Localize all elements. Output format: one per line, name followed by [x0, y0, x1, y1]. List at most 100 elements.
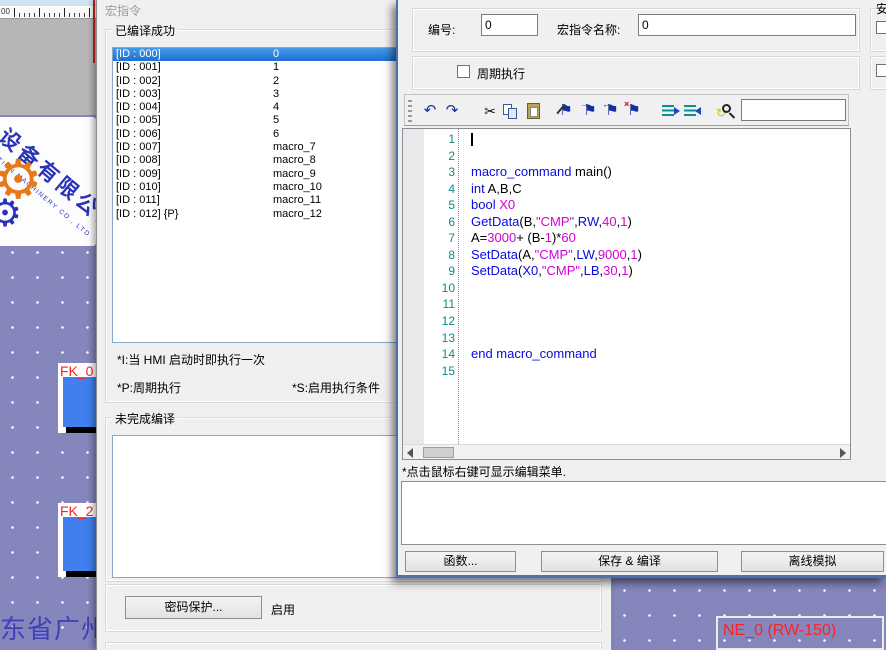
- indent-icon[interactable]: [660, 99, 680, 123]
- code-editor[interactable]: 123macro_command main()4int A,B,C5bool X…: [402, 128, 851, 460]
- scroll-thumb[interactable]: [423, 447, 454, 458]
- offline-simulation-button[interactable]: 离线模拟: [741, 551, 884, 572]
- cut-icon[interactable]: ✂: [480, 99, 500, 123]
- macro-id-label: 编号:: [428, 21, 455, 38]
- code-text: end macro_command: [471, 346, 597, 363]
- logo-widget[interactable]: 设备有限公司 ATION MACHINERY CO., LTD ⚙ ⚙: [0, 117, 96, 246]
- macro-item-name: 5: [273, 114, 279, 127]
- code-lines: 123macro_command main()4int A,B,C5bool X…: [403, 131, 850, 379]
- code-line: 7A=3000+ (B-1)*60: [403, 230, 850, 247]
- macro-item-name: 6: [273, 128, 279, 141]
- macro-item-name: macro_12: [273, 208, 322, 221]
- undo-icon[interactable]: ↶: [420, 99, 440, 123]
- toolbar-grip[interactable]: [408, 100, 412, 122]
- macro-item-name: macro_7: [273, 141, 316, 154]
- code-segment: end macro_command: [471, 346, 597, 361]
- periodic-exec-checkbox[interactable]: [457, 65, 470, 78]
- compile-message-box[interactable]: [401, 481, 886, 545]
- code-segment: )*: [552, 230, 561, 245]
- fk2-label: FK_2: [60, 503, 93, 519]
- text-caret: [471, 133, 473, 146]
- outdent-icon[interactable]: [682, 99, 702, 123]
- bookmark-toggle-icon[interactable]: ⚑: [556, 99, 576, 123]
- macro-item-id: [ID : 011]: [116, 194, 160, 207]
- note-exec-condition: *S:启用执行条件: [292, 379, 380, 396]
- code-segment: ): [638, 247, 642, 262]
- code-segment: macro_command: [471, 164, 571, 179]
- code-segment: ): [628, 263, 632, 278]
- ruler-major-ticks: [14, 8, 96, 17]
- marquee-text-widget[interactable]: 东省广州: [0, 609, 108, 646]
- line-number: 15: [403, 363, 455, 380]
- macro-item-name: macro_11: [273, 194, 321, 207]
- code-segment: SetData: [471, 247, 518, 262]
- line-number: 9: [403, 263, 455, 280]
- horizontal-ruler: 00: [0, 7, 96, 19]
- code-text: GetData(B,"CMP",RW,40,1): [471, 214, 632, 231]
- bottom-group: [105, 642, 602, 650]
- code-segment: ): [627, 214, 631, 229]
- macro-item-name: 3: [273, 88, 279, 101]
- line-number: 12: [403, 313, 455, 330]
- code-line: 10: [403, 280, 850, 297]
- password-protect-button[interactable]: 密码保护...: [125, 596, 262, 619]
- security-group-label: 安: [876, 0, 886, 17]
- macro-item-id: [ID : 000]: [116, 48, 161, 61]
- fk0-button-widget[interactable]: FK_0: [58, 363, 97, 433]
- code-line: 2: [403, 148, 850, 165]
- macro-item-id: [ID : 005]: [116, 114, 161, 127]
- code-segment: X0: [499, 197, 515, 212]
- line-number: 14: [403, 346, 455, 363]
- design-canvas[interactable]: 设备有限公司 ATION MACHINERY CO., LTD ⚙ ⚙ FK_0…: [0, 115, 96, 650]
- line-number: 11: [403, 296, 455, 313]
- function-button[interactable]: 函数...: [405, 551, 516, 572]
- line-number: 2: [403, 148, 455, 165]
- line-number: 5: [403, 197, 455, 214]
- code-segment: + (B-: [516, 230, 545, 245]
- scroll-right-arrow-icon[interactable]: [840, 448, 846, 458]
- macro-name-label: 宏指令名称:: [557, 21, 620, 38]
- bookmark-prev-icon[interactable]: ←⚑: [602, 99, 622, 123]
- line-number: 7: [403, 230, 455, 247]
- fk0-fill: [63, 377, 97, 427]
- code-segment: 30: [603, 263, 617, 278]
- copy-icon[interactable]: [500, 99, 520, 123]
- code-segment: GetData: [471, 214, 519, 229]
- macro-id-input[interactable]: [481, 14, 538, 36]
- note-periodic-exec: *P:周期执行: [117, 379, 181, 396]
- find-icon[interactable]: ↻: [718, 99, 738, 123]
- bookmark-clear-icon[interactable]: ×⚑: [624, 99, 644, 123]
- fk2-fill: [63, 517, 97, 571]
- side-panel: [0, 19, 96, 115]
- redo-icon[interactable]: ↷: [442, 99, 462, 123]
- macro-item-id: [ID : 002]: [116, 75, 161, 88]
- ne0-numeric-widget[interactable]: NE_0 (RW-150): [716, 616, 884, 650]
- ruler-guide-line: [93, 0, 95, 63]
- security-checkbox-2[interactable]: [876, 64, 886, 77]
- code-text: SetData(A,"CMP",LW,9000,1): [471, 247, 642, 264]
- macro-item-id: [ID : 008]: [116, 154, 161, 167]
- compiled-group-label: 已编译成功: [112, 22, 178, 39]
- paste-icon[interactable]: [524, 99, 544, 123]
- code-line: 4int A,B,C: [403, 181, 850, 198]
- code-segment: "CMP": [536, 214, 574, 229]
- save-compile-button[interactable]: 保存 & 编译: [541, 551, 718, 572]
- macro-item-name: 1: [273, 61, 279, 74]
- periodic-exec-label: 周期执行: [477, 65, 525, 82]
- macro-item-name: 2: [273, 75, 279, 88]
- design-canvas-bottom[interactable]: NE_0 (RW-150): [612, 578, 886, 650]
- line-number: 10: [403, 280, 455, 297]
- uncompiled-group-label: 未完成编译: [112, 410, 178, 427]
- code-line: 9SetData(X0,"CMP",LB,30,1): [403, 263, 850, 280]
- password-status: 启用: [271, 601, 295, 618]
- code-segment: SetData: [471, 263, 518, 278]
- scroll-left-arrow-icon[interactable]: [407, 448, 413, 458]
- security-checkbox-1[interactable]: [876, 21, 886, 34]
- find-input[interactable]: [741, 99, 846, 121]
- macro-name-input[interactable]: [638, 14, 856, 36]
- editor-hscrollbar[interactable]: [403, 444, 850, 460]
- fk2-button-widget[interactable]: FK_2: [58, 503, 97, 577]
- bookmark-next-icon[interactable]: →⚑: [580, 99, 600, 123]
- fk2-shadow: [66, 571, 97, 577]
- code-line: 1: [403, 131, 850, 148]
